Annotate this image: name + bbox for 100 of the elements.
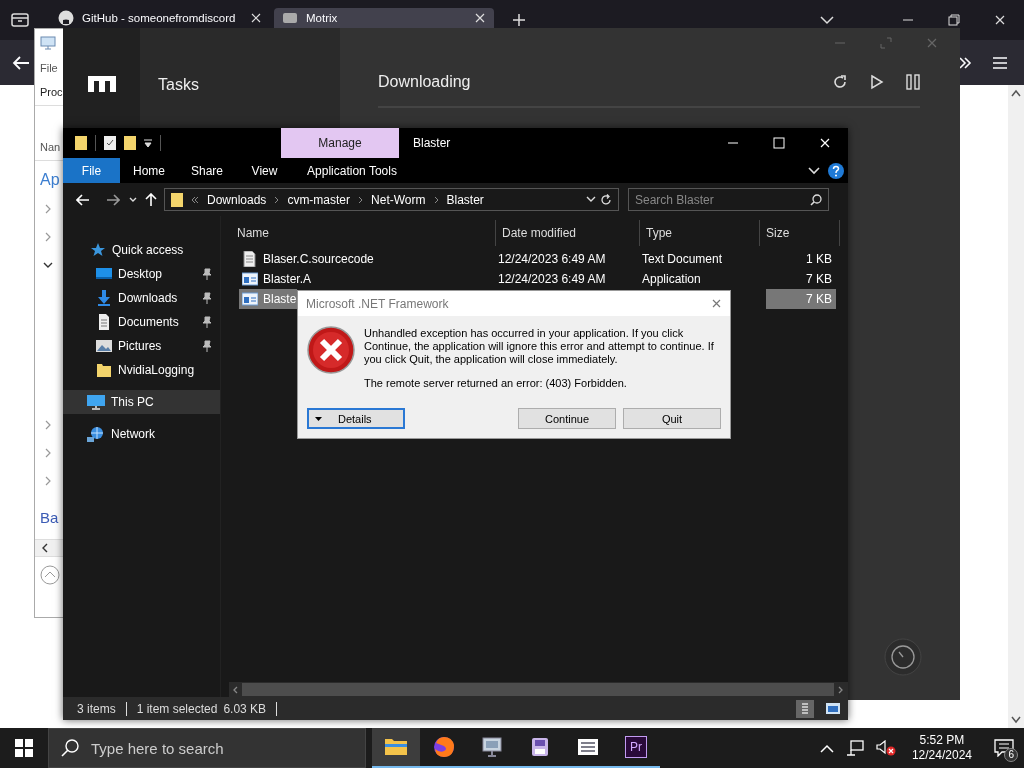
- chevron-right-icon[interactable]: [43, 420, 53, 430]
- nav-item[interactable]: Pictures: [63, 334, 220, 358]
- notification-count: 6: [1004, 748, 1018, 762]
- link[interactable]: Ba: [40, 508, 59, 526]
- dialog-button[interactable]: Continue: [518, 408, 616, 429]
- chevron-right-icon[interactable]: [838, 685, 844, 694]
- search-field[interactable]: Type here to search: [48, 728, 366, 768]
- ribbon-tab[interactable]: Share: [178, 158, 236, 183]
- clock-date[interactable]: 12/24/2024: [911, 748, 972, 763]
- clock-time[interactable]: 5:52 PM: [919, 733, 965, 748]
- premiere-icon: Pr: [625, 736, 647, 758]
- back-arrow-icon[interactable]: [12, 54, 30, 71]
- file-name[interactable]: Blaste: [263, 289, 298, 309]
- chevron-right-icon[interactable]: [43, 204, 53, 214]
- type-cell-text: Application: [642, 271, 702, 288]
- nav-item[interactable]: Network: [63, 422, 220, 446]
- breadcrumb-item[interactable]: Net-Worm: [371, 192, 426, 207]
- nav-item[interactable]: Documents: [63, 310, 220, 334]
- monitor-icon: [40, 36, 56, 50]
- browser-tab[interactable]: Motrix: [274, 8, 494, 28]
- restore-icon[interactable]: [948, 14, 960, 26]
- tab-label[interactable]: Proc: [40, 86, 63, 98]
- column-header[interactable]: Size: [760, 220, 840, 246]
- collapse-icon[interactable]: [40, 565, 60, 585]
- scrollbar[interactable]: [35, 539, 64, 557]
- plus-icon[interactable]: [512, 13, 526, 27]
- scrollbar[interactable]: [1008, 85, 1024, 728]
- nav-item[interactable]: Downloads: [63, 286, 220, 310]
- size-cell-text: 1 KB: [805, 251, 833, 268]
- help-icon[interactable]: [828, 162, 844, 179]
- chevron-right-icon[interactable]: [43, 232, 53, 242]
- status-text: 6.03 KB: [223, 701, 267, 716]
- window-icon: [239, 289, 263, 309]
- play-icon[interactable]: [870, 74, 884, 90]
- page-title: Downloading: [378, 73, 472, 91]
- folder-icon[interactable]: [75, 135, 87, 151]
- folder-icon[interactable]: [124, 135, 136, 151]
- dialog-button[interactable]: Details: [307, 408, 405, 429]
- pause-icon[interactable]: [906, 74, 920, 90]
- column-header[interactable]: Name: [231, 220, 496, 246]
- breadcrumb-item[interactable]: Downloads: [207, 192, 267, 207]
- chevron-right-icon: [358, 195, 364, 204]
- details-view-button[interactable]: [796, 699, 814, 718]
- maximize-icon[interactable]: [773, 137, 785, 149]
- m-logo-icon[interactable]: [87, 76, 116, 92]
- up-arrow-icon[interactable]: [145, 192, 157, 207]
- refresh-icon[interactable]: [832, 74, 848, 90]
- caret-down-icon: [315, 416, 322, 421]
- chevron-up-icon[interactable]: [1011, 89, 1021, 97]
- search-field[interactable]: Search Blaster: [628, 188, 829, 211]
- chevron-down-icon[interactable]: [43, 260, 53, 270]
- forward-arrow-icon[interactable]: [106, 193, 120, 206]
- chevron-down-icon[interactable]: [1011, 716, 1021, 724]
- double-chevron-icon[interactable]: [958, 55, 972, 70]
- ribbon-tab[interactable]: View: [236, 158, 293, 183]
- nav-label: NvidiaLogging: [118, 363, 196, 377]
- horizontal-scrollbar[interactable]: [229, 682, 848, 697]
- windows-logo-icon: [15, 739, 33, 757]
- globe-icon: [87, 426, 105, 442]
- ribbon-tab[interactable]: Home: [120, 158, 178, 183]
- file-name[interactable]: Blaser.C.sourcecode: [263, 249, 498, 269]
- dropdown-icon[interactable]: [144, 138, 152, 148]
- speedometer-icon[interactable]: [884, 638, 922, 676]
- chevron-right-icon[interactable]: [43, 448, 53, 458]
- menu-icon[interactable]: [992, 55, 1008, 70]
- column-header[interactable]: Date modified: [496, 220, 640, 246]
- browser-tab[interactable]: GitHub - someonefromdiscord: [50, 8, 270, 28]
- chat-icon: [994, 739, 1014, 757]
- document-icon: [96, 314, 112, 330]
- back-arrow-icon[interactable]: [76, 193, 90, 206]
- nav-item[interactable]: Quick access: [63, 238, 220, 262]
- nav-item[interactable]: This PC: [63, 390, 220, 414]
- folder-icon: [96, 362, 112, 378]
- search-icon[interactable]: [810, 193, 822, 206]
- chevron-left-icon[interactable]: [41, 543, 49, 553]
- monitor-icon: [87, 394, 105, 410]
- menu-item[interactable]: File: [40, 62, 58, 74]
- breadcrumb-item[interactable]: cvm-master: [287, 192, 351, 207]
- size-cell: 7 KB: [766, 289, 836, 309]
- chevron-right-icon: [274, 195, 280, 204]
- chevron-right-icon[interactable]: [43, 476, 53, 486]
- ribbon-tab[interactable]: Application Tools: [293, 158, 411, 183]
- network-icon[interactable]: [845, 740, 864, 756]
- star-icon: [90, 242, 106, 258]
- ribbon-tab[interactable]: File: [63, 158, 120, 183]
- dialog-button[interactable]: Quit: [623, 408, 721, 429]
- context-tab[interactable]: Manage: [281, 128, 399, 158]
- taskbar-button[interactable]: [372, 728, 420, 768]
- address-bar[interactable]: Downloads cvm-master Net-Worm Blaster: [164, 188, 619, 211]
- column-header[interactable]: Type: [640, 220, 760, 246]
- nav-item[interactable]: Desktop: [63, 262, 220, 286]
- checklist-icon[interactable]: [104, 135, 116, 151]
- file-name[interactable]: Blaster.A: [263, 269, 498, 289]
- breadcrumb-item[interactable]: Blaster: [446, 192, 484, 207]
- nav-item[interactable]: NvidiaLogging: [63, 358, 220, 382]
- refresh-icon[interactable]: [600, 193, 612, 206]
- notifications-button[interactable]: 6: [984, 728, 1024, 768]
- taskbar-button[interactable]: Pr: [612, 728, 660, 768]
- muted-speaker-icon[interactable]: [875, 740, 896, 756]
- tab-list-icon[interactable]: [10, 12, 30, 28]
